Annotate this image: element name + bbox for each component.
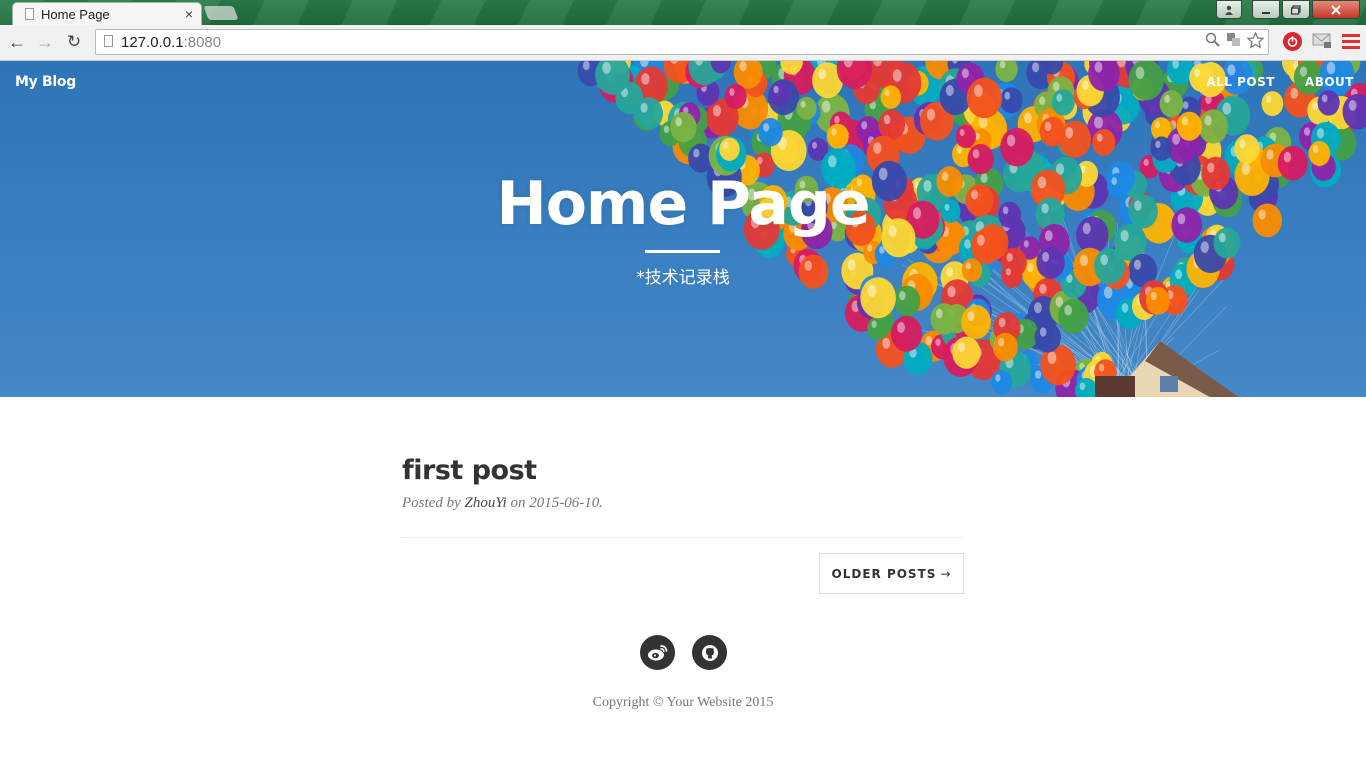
social-links — [640, 635, 727, 670]
zoom-icon[interactable] — [1205, 32, 1220, 53]
reload-button[interactable]: ↻ — [63, 31, 85, 53]
restore-button[interactable] — [1282, 0, 1310, 19]
page-header: My Blog ALL POST ABOUT Home Page *技术记录栈 — [0, 61, 1366, 397]
bookmark-star-icon[interactable] — [1246, 31, 1265, 53]
older-posts-button[interactable]: OLDER POSTS → — [819, 553, 964, 594]
page-title: Home Page — [496, 169, 870, 239]
back-button[interactable]: ← — [6, 31, 28, 53]
close-window-button[interactable] — [1312, 0, 1360, 19]
older-posts-label: OLDER POSTS — [831, 566, 937, 581]
title-divider — [645, 250, 720, 253]
page-icon — [104, 35, 113, 47]
right-arrow-icon: → — [940, 566, 952, 581]
weibo-icon[interactable] — [640, 635, 675, 670]
page-subtitle: *技术记录栈 — [636, 268, 730, 288]
profile-icon[interactable] — [1216, 0, 1242, 19]
nav-all-post[interactable]: ALL POST — [1206, 75, 1275, 89]
browser-menu-icon[interactable] — [1342, 32, 1360, 51]
address-bar[interactable]: 127.0.0.1:8080 — [95, 29, 1269, 55]
main-nav: ALL POST ABOUT — [1206, 75, 1354, 89]
post-meta-on: on — [510, 495, 526, 511]
post-meta: Posted by ZhouYi on 2015-06-10. — [402, 495, 603, 512]
post-date: 2015-06-10. — [529, 495, 603, 511]
translate-icon[interactable] — [1226, 32, 1241, 53]
omnibox-actions — [1205, 31, 1265, 53]
browser-titlebar: Home Page × — [0, 0, 1366, 25]
post-divider — [402, 537, 964, 538]
post-meta-prefix: Posted by — [402, 495, 461, 511]
window-controls — [1216, 0, 1360, 19]
page-favicon-icon — [25, 8, 34, 20]
browser-toolbar: ← → ↻ 127.0.0.1:8080 — [0, 25, 1366, 61]
house-roof-image — [1095, 341, 1239, 397]
minimize-button[interactable] — [1252, 0, 1280, 19]
mail-icon[interactable] — [1312, 32, 1332, 49]
url-text[interactable]: 127.0.0.1:8080 — [121, 34, 221, 51]
adblock-stop-icon[interactable] — [1283, 32, 1302, 51]
new-tab-button[interactable] — [203, 6, 239, 20]
browser-tab-active[interactable]: Home Page × — [12, 2, 202, 25]
nav-about[interactable]: ABOUT — [1305, 75, 1354, 89]
forward-button[interactable]: → — [34, 31, 56, 53]
copyright-text: Copyright © Your Website 2015 — [592, 695, 774, 710]
github-icon[interactable] — [692, 635, 727, 670]
post-author-link[interactable]: ZhouYi — [464, 495, 506, 511]
post-title-link[interactable]: first post — [402, 455, 537, 486]
brand-link[interactable]: My Blog — [15, 74, 76, 90]
tab-title: Home Page — [41, 7, 110, 22]
tab-close-icon[interactable]: × — [185, 6, 193, 22]
extension-icons — [1283, 32, 1360, 51]
